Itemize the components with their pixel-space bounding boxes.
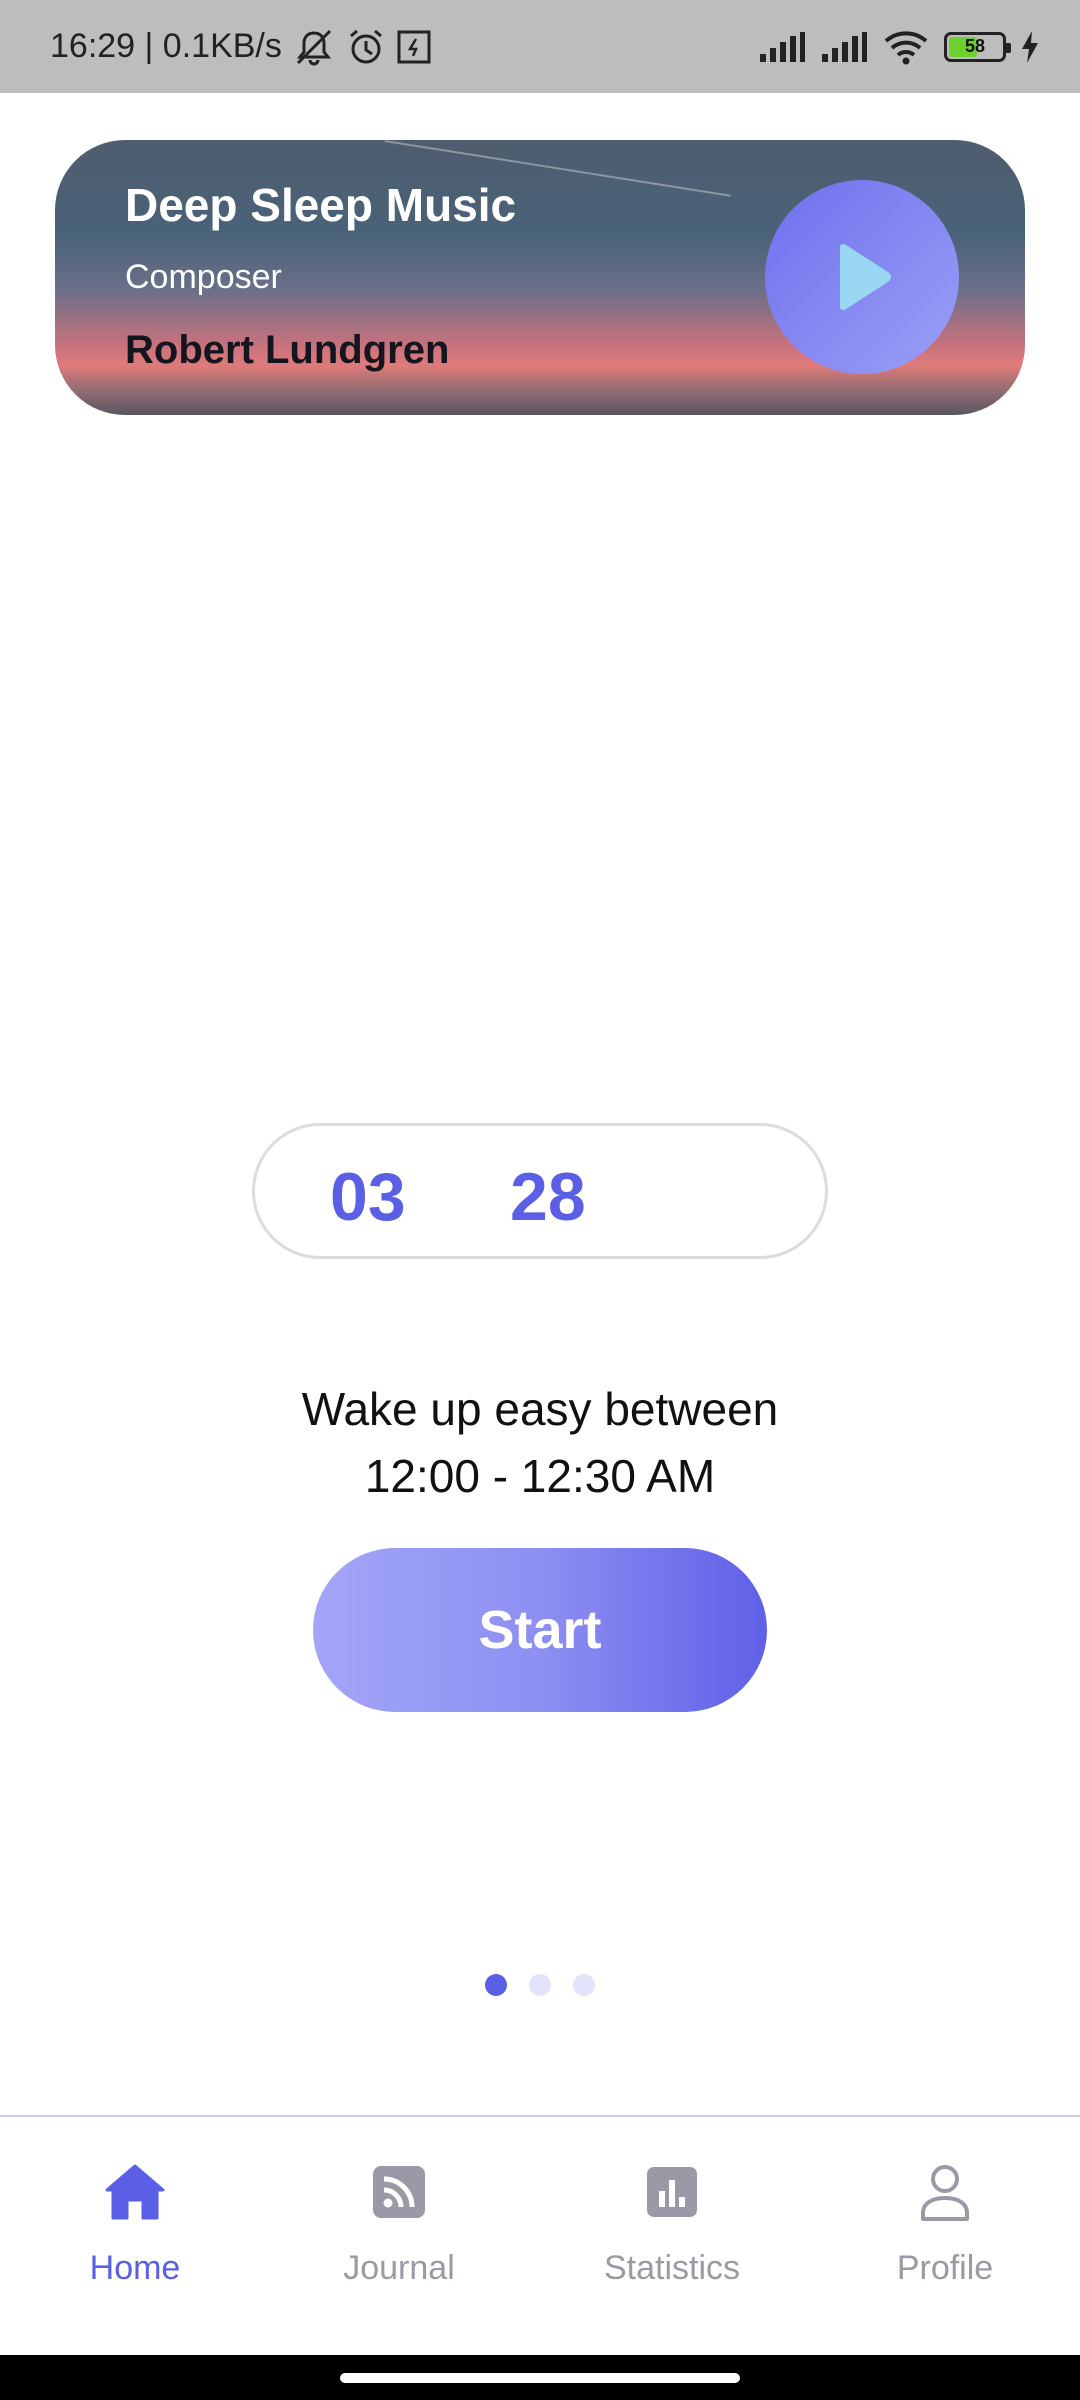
status-time: 16:29 | 0.1KB/s bbox=[50, 27, 282, 65]
timer-minutes[interactable]: 28 bbox=[510, 1158, 586, 1236]
nav-label-statistics: Statistics bbox=[603, 2249, 741, 2287]
bar-chart-icon bbox=[647, 2157, 697, 2227]
mute-bell-icon bbox=[292, 27, 336, 67]
start-button[interactable]: Start bbox=[313, 1548, 767, 1712]
nav-label-journal: Journal bbox=[343, 2249, 455, 2287]
signal-icon bbox=[758, 31, 806, 62]
music-title: Deep Sleep Music bbox=[125, 179, 517, 231]
play-button[interactable] bbox=[765, 180, 959, 374]
timer-hours[interactable]: 03 bbox=[330, 1158, 406, 1236]
charging-icon bbox=[1020, 30, 1040, 63]
nav-item-journal[interactable]: Journal bbox=[264, 2117, 534, 2357]
battery-level: 58 bbox=[964, 36, 986, 56]
wifi-icon bbox=[882, 29, 930, 65]
status-bar: 16:29 | 0.1KB/s 58 bbox=[0, 0, 1080, 93]
page-dot[interactable] bbox=[529, 1974, 551, 1996]
home-icon bbox=[103, 2157, 167, 2227]
timer-display[interactable]: 03 28 bbox=[252, 1123, 828, 1259]
music-subtitle: Composer bbox=[125, 258, 282, 296]
user-icon bbox=[919, 2157, 971, 2227]
gesture-bar bbox=[0, 2355, 1080, 2400]
play-icon bbox=[840, 244, 891, 310]
page-indicator bbox=[0, 1974, 1080, 1996]
page-dot[interactable] bbox=[573, 1974, 595, 1996]
nav-label-profile: Profile bbox=[896, 2249, 994, 2287]
wake-label: Wake up easy between bbox=[301, 1383, 779, 1435]
nav-item-statistics[interactable]: Statistics bbox=[537, 2117, 807, 2357]
nav-label-home: Home bbox=[89, 2249, 181, 2287]
alarm-icon bbox=[346, 27, 386, 67]
page-dot[interactable] bbox=[485, 1974, 507, 1996]
wake-time-range: 12:00 - 12:30 AM bbox=[364, 1450, 716, 1502]
music-artist: Robert Lundgren bbox=[125, 328, 450, 372]
home-gesture-handle[interactable] bbox=[340, 2373, 740, 2383]
nav-item-profile[interactable]: Profile bbox=[810, 2117, 1080, 2357]
music-card[interactable]: Deep Sleep Music Composer Robert Lundgre… bbox=[55, 140, 1025, 415]
notification-icon bbox=[396, 29, 432, 65]
nav-item-home[interactable]: Home bbox=[0, 2117, 270, 2357]
battery-icon: 58 bbox=[944, 31, 1011, 62]
signal-icon bbox=[820, 31, 868, 62]
bottom-navigation: Home Journal Statistics Profile bbox=[0, 2115, 1080, 2357]
rss-icon bbox=[373, 2157, 425, 2227]
